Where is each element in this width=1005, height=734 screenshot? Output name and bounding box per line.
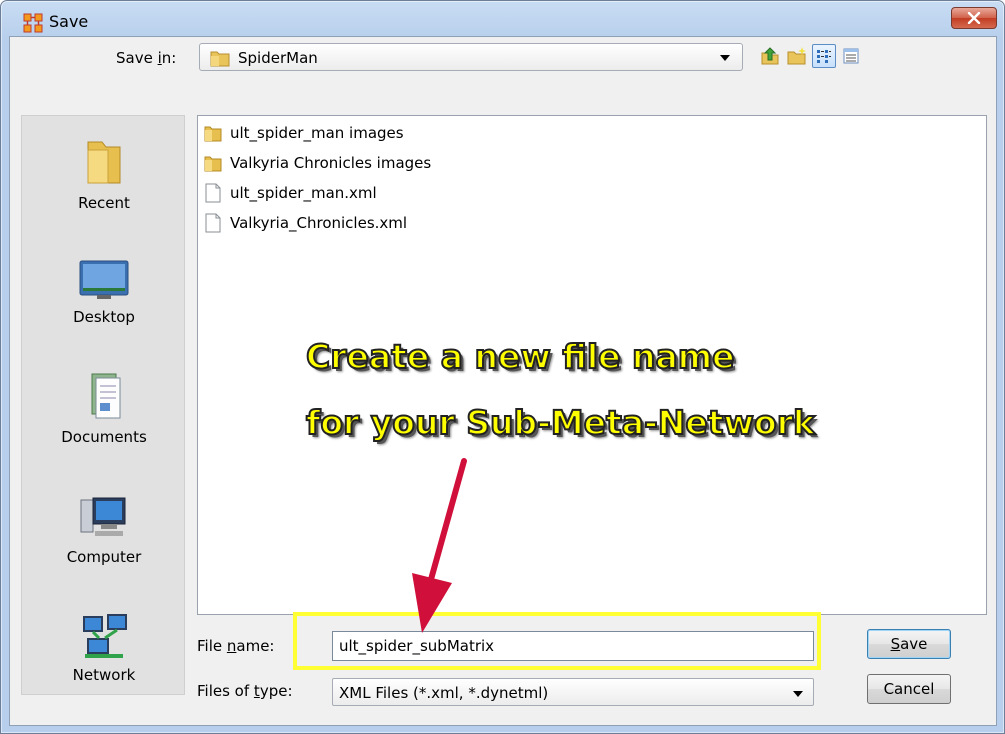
annotation-arrow-icon (412, 458, 467, 633)
list-view-button[interactable] (812, 44, 836, 68)
up-one-level-button[interactable] (758, 44, 782, 68)
computer-icon (80, 497, 126, 536)
file-name-label: File name: (197, 637, 275, 655)
chevron-down-icon (793, 691, 803, 697)
list-item[interactable]: Valkyria Chronicles images (204, 150, 431, 176)
folder-icon (204, 156, 222, 172)
folder-icon (204, 126, 222, 142)
documents-icon (91, 373, 121, 419)
save-in-dropdown[interactable]: SpiderMan (199, 43, 743, 71)
places-bar: Recent Desktop Documents Computer Networ… (21, 115, 185, 695)
save-button[interactable]: Save (867, 629, 951, 659)
details-view-icon (843, 48, 859, 64)
document-file-icon (205, 213, 221, 233)
close-button[interactable] (951, 7, 997, 29)
place-documents[interactable]: Documents (22, 370, 186, 446)
create-new-folder-button[interactable] (785, 44, 809, 68)
list-item[interactable]: ult_spider_man images (204, 120, 404, 146)
file-name-text: Valkyria Chronicles images (230, 154, 432, 172)
annotation-line-1: Create a new file name (305, 336, 736, 377)
desktop-icon (79, 260, 129, 299)
details-view-button[interactable] (839, 44, 863, 68)
list-item[interactable]: ult_spider_man.xml (204, 180, 377, 206)
folder-icon (210, 51, 230, 67)
file-name-text: Valkyria_Chronicles.xml (230, 214, 408, 232)
close-icon (967, 12, 981, 24)
annotation-line-2: for your Sub-Meta-Network (305, 402, 816, 443)
file-name-input[interactable] (332, 631, 814, 661)
app-network-icon (23, 13, 43, 33)
create-new-folder-icon (787, 47, 806, 65)
list-view-icon (817, 50, 831, 63)
save-in-value: SpiderMan (238, 49, 318, 67)
network-icon (83, 614, 127, 658)
document-file-icon (205, 183, 221, 203)
file-name-text: ult_spider_man.xml (230, 184, 377, 202)
window-title: Save (49, 12, 89, 31)
file-type-label: Files of type: (197, 682, 293, 700)
file-toolbar (758, 44, 863, 70)
place-network[interactable]: Network (22, 612, 186, 684)
list-item[interactable]: Valkyria_Chronicles.xml (204, 210, 407, 236)
dialog-client-area: Save in: SpiderMan Recent Desktop Docume… (9, 36, 997, 726)
file-name-text: ult_spider_man images (230, 124, 404, 142)
title-bar[interactable]: Save (1, 1, 1004, 35)
cancel-button[interactable]: Cancel (867, 674, 951, 704)
up-one-level-icon (761, 47, 779, 65)
place-desktop[interactable]: Desktop (22, 258, 186, 326)
file-type-value: XML Files (*.xml, *.dynetml) (339, 684, 549, 702)
place-recent[interactable]: Recent (22, 136, 186, 212)
save-in-label: Save in: (116, 49, 177, 67)
recent-folder-icon (87, 141, 121, 184)
file-type-dropdown[interactable]: XML Files (*.xml, *.dynetml) (332, 678, 814, 706)
chevron-down-icon (720, 55, 730, 61)
place-computer[interactable]: Computer (22, 494, 186, 566)
